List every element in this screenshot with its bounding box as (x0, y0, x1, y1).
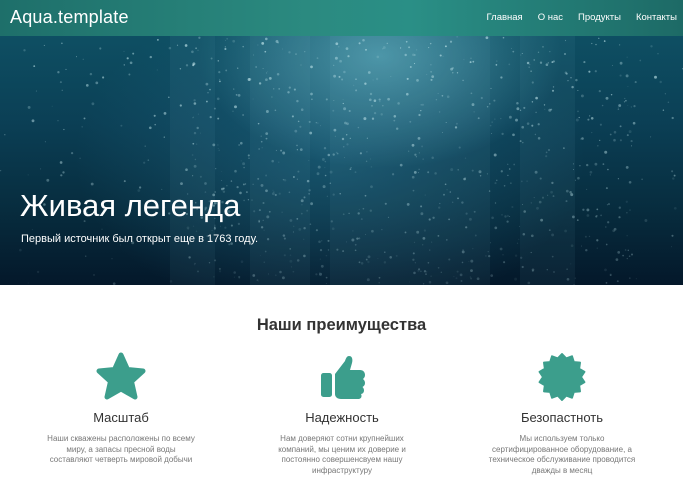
feature-description: Нам доверяют сотни крупнейших компаний, … (278, 434, 406, 475)
feature-security: Безопастноть Мы используем только сертиф… (472, 352, 652, 476)
advantages-title: Наши преимущества (256, 316, 427, 334)
feature-reliability: Надежность Нам доверяют сотни крупнейших… (252, 352, 432, 476)
underwater-bubbles-image (0, 36, 683, 285)
feature-title: Безопастноть (520, 410, 604, 425)
nav-link-products[interactable]: Продукты (578, 12, 621, 23)
feature-description: Мы используем только сертифицированное о… (488, 434, 636, 475)
hero-banner: Живая легенда Первый источник был открыт… (0, 36, 683, 285)
brand-logo[interactable]: Aqua.template (10, 7, 129, 28)
nav-link-about[interactable]: О нас (538, 12, 563, 23)
feature-description: Наши скважены расположены по всему миру,… (47, 434, 195, 464)
feature-scale: Масштаб Наши скважены расположены по все… (31, 352, 211, 466)
feature-title: Масштаб (93, 410, 149, 425)
nav-link-home[interactable]: Главная (487, 12, 523, 23)
top-nav-bar: Aqua.template Главная О нас Продукты Кон… (0, 0, 683, 36)
certificate-icon (538, 353, 586, 401)
thumbs-up-icon (321, 356, 365, 399)
main-nav: Главная О нас Продукты Контакты (487, 12, 677, 23)
hero-subtitle: Первый источник был открыт еще в 1763 го… (21, 233, 259, 245)
hero-title: Живая легенда (20, 188, 241, 223)
feature-title: Надежность (305, 410, 379, 425)
page: Aqua.template Главная О нас Продукты Кон… (0, 0, 683, 500)
nav-link-contacts[interactable]: Контакты (636, 12, 677, 23)
star-icon (96, 352, 146, 400)
